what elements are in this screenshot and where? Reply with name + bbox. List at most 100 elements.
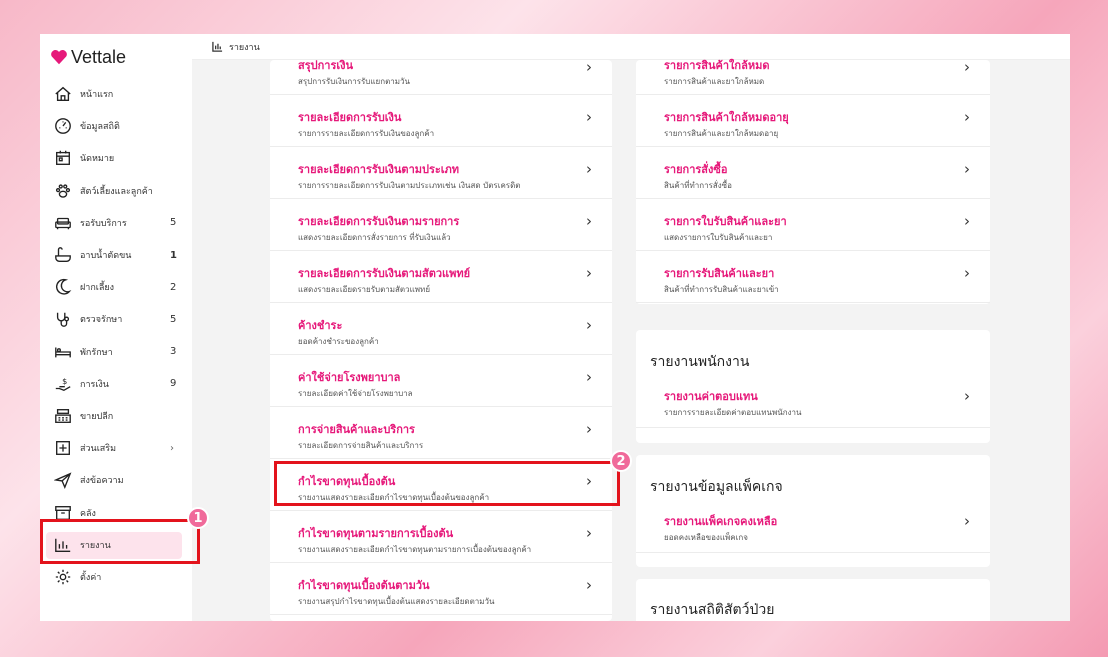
report-title: กำไรขาดทุนเบื้องต้นตามวัน (298, 579, 430, 592)
sidebar-item-retail[interactable]: ขายปลีก (40, 400, 192, 432)
gear-icon (52, 566, 74, 588)
staff-reports-card: รายงานพนักงาน รายงานค่าตอบแทน รายการรายล… (636, 330, 990, 443)
report-row-goods-received[interactable]: รายการรับสินค้าและยา สินค้าที่ทำการรับสิ… (636, 251, 990, 303)
report-subtitle: รายละเอียดค่าใช้จ่ายโรงพยาบาล (298, 389, 413, 398)
report-title: รายละเอียดการรับเงินตามสัตวแพทย์ (298, 267, 471, 280)
section-heading: รายงานข้อมูลแพ็คเกจ (650, 479, 783, 495)
package-reports-card: รายงานข้อมูลแพ็คเกจ รายงานแพ็คเกจคงเหลือ… (636, 455, 990, 567)
report-row-profit-loss-by-item[interactable]: กำไรขาดทุนตามรายการเบื้องต้น รายงานแสดงร… (270, 511, 612, 563)
chevron-right-icon: › (964, 212, 970, 230)
report-subtitle: รายการรายละเอียดการรับเงินของลูกค้า (298, 129, 435, 138)
report-subtitle: รายละเอียดการจ่ายสินค้าและบริการ (298, 441, 424, 450)
sidebar-item-label: คลัง (80, 508, 96, 519)
sidebar-item-label: รอรับบริการ (80, 218, 127, 229)
paw-icon (52, 180, 74, 202)
sidebar-item-extensions[interactable]: ส่วนเสริม › (40, 432, 192, 464)
report-title: รายการรับสินค้าและยา (664, 267, 775, 280)
sidebar-item-label: ข้อมูลสถิติ (80, 122, 120, 133)
report-subtitle: แสดงรายละเอียดการสั่งรายการ ที่รับเงินแล… (298, 233, 451, 242)
report-subtitle: รายการสินค้าและยาใกล้หมด (664, 77, 765, 86)
sidebar-item-label: นัดหมาย (80, 154, 115, 165)
finance-reports-card: สรุปการเงิน สรุปการรับเงินการรับแยกตามวั… (270, 58, 612, 621)
chevron-right-icon: › (170, 442, 174, 454)
report-subtitle: สินค้าที่ทำการรับสินค้าและยาเข้า (664, 285, 779, 294)
report-title: กำไรขาดทุนตามรายการเบื้องต้น (298, 527, 454, 540)
report-title: รายละเอียดการรับเงินตามรายการ (298, 215, 460, 228)
report-subtitle: รายการรายละเอียดค่าตอบแทนพนักงาน (664, 408, 802, 417)
app-name: Vettale (71, 46, 127, 67)
sofa-icon (52, 212, 74, 234)
report-row-payment-by-item[interactable]: รายละเอียดการรับเงินตามรายการ แสดงรายละเ… (270, 199, 612, 251)
chevron-right-icon: › (586, 420, 592, 438)
chevron-right-icon: › (586, 368, 592, 386)
step-badge-1: 1 (187, 507, 209, 529)
sidebar-item-count: 1 (170, 249, 177, 261)
report-title: รายงานค่าตอบแทน (664, 390, 758, 403)
report-subtitle: รายการรายละเอียดการรับเงินตามประเภทเช่น … (298, 181, 521, 190)
sidebar-item-label: การเงิน (80, 379, 109, 390)
sidebar-nav: หน้าแรก ข้อมูลสถิติ นัดหมาย สัตว์เลี้ยงแ… (40, 78, 192, 593)
sidebar-item-grooming[interactable]: อาบน้ำตัดขน 1 (40, 239, 192, 271)
report-row-payment-by-type[interactable]: รายละเอียดการรับเงินตามประเภท รายการรายล… (270, 147, 612, 199)
report-subtitle: รายงานแสดงรายละเอียดกำไรขาดทุนตามรายการเ… (298, 545, 532, 554)
logo[interactable]: Vettale (50, 46, 126, 68)
sidebar-item-statistics[interactable]: ข้อมูลสถิติ (40, 110, 192, 142)
sidebar-item-label: หน้าแรก (80, 90, 114, 101)
report-title: รายงานแพ็คเกจคงเหลือ (664, 515, 778, 528)
report-row-outstanding[interactable]: ค้างชำระ ยอดค้างชำระของลูกค้า › (270, 303, 612, 355)
report-subtitle: ยอดคงเหลือของแพ็คเกจ (664, 533, 748, 542)
sidebar-item-examination[interactable]: ตรวจรักษา 5 (40, 303, 192, 335)
report-row-compensation[interactable]: รายงานค่าตอบแทน รายการรายละเอียดค่าตอบแท… (636, 378, 990, 428)
heart-logo-icon (51, 50, 67, 65)
moon-icon (52, 276, 74, 298)
report-row-profit-loss-by-day[interactable]: กำไรขาดทุนเบื้องต้นตามวัน รายงานสรุปกำไร… (270, 563, 612, 615)
sidebar-item-count: 5 (170, 313, 177, 325)
report-row-payment-detail[interactable]: รายละเอียดการรับเงิน รายการรายละเอียดการ… (270, 95, 612, 147)
report-title: การจ่ายสินค้าและบริการ (298, 423, 415, 436)
report-subtitle: แสดงรายการใบรับสินค้าและยา (664, 233, 773, 242)
report-title: ค่าใช้จ่ายโรงพยาบาล (298, 371, 401, 384)
sidebar-item-label: ขายปลีก (80, 411, 114, 422)
report-title: รายละเอียดการรับเงิน (298, 111, 402, 124)
home-icon (52, 83, 74, 105)
report-title: ค้างชำระ (298, 319, 343, 332)
sidebar-item-appointments[interactable]: นัดหมาย (40, 142, 192, 174)
sick-animal-reports-card: รายงานสถิติสัตว์ป่วย (636, 579, 990, 621)
sidebar-item-count: 2 (170, 281, 177, 293)
report-row-purchase-orders[interactable]: รายการสั่งซื้อ สินค้าที่ทำการสั่งซื้อ › (636, 147, 990, 199)
report-title: รายการสินค้าใกล้หมดอายุ (664, 111, 789, 124)
report-row-remaining-packages[interactable]: รายงานแพ็คเกจคงเหลือ ยอดคงเหลือของแพ็คเก… (636, 503, 990, 553)
chevron-right-icon: › (586, 58, 592, 76)
dashboard-icon (52, 115, 74, 137)
sidebar-item-pets-customers[interactable]: สัตว์เลี้ยงและลูกค้า (40, 175, 192, 207)
sidebar-item-finance[interactable]: $ การเงิน 9 (40, 368, 192, 400)
chevron-right-icon: › (586, 160, 592, 178)
bar-chart-icon (212, 41, 223, 52)
highlight-box-profit-loss (274, 461, 620, 506)
chevron-right-icon: › (586, 264, 592, 282)
money-hand-icon: $ (52, 373, 74, 395)
report-row-near-expiry[interactable]: รายการสินค้าใกล้หมดอายุ รายการสินค้าและย… (636, 95, 990, 147)
report-row-low-stock[interactable]: รายการสินค้าใกล้หมด รายการสินค้าและยาใกล… (636, 58, 990, 95)
sidebar-item-boarding[interactable]: ฝากเลี้ยง 2 (40, 271, 192, 303)
sidebar-item-count: 9 (170, 378, 177, 390)
report-row-payment-by-vet[interactable]: รายละเอียดการรับเงินตามสัตวแพทย์ แสดงราย… (270, 251, 612, 303)
sidebar-item-count: 5 (170, 217, 177, 229)
highlight-box-reports (40, 519, 200, 564)
sidebar-item-settings[interactable]: ตั้งค่า (40, 561, 192, 593)
sidebar-item-waiting[interactable]: รอรับบริการ 5 (40, 207, 192, 239)
sidebar-item-hospitalization[interactable]: พักรักษา 3 (40, 336, 192, 368)
section-heading: รายงานสถิติสัตว์ป่วย (650, 602, 775, 618)
report-row-finance-summary[interactable]: สรุปการเงิน สรุปการรับเงินการรับแยกตามวั… (270, 58, 612, 95)
sidebar-item-home[interactable]: หน้าแรก (40, 78, 192, 110)
page-title: รายงาน (229, 42, 260, 53)
sidebar-item-messages[interactable]: ส่งข้อความ (40, 464, 192, 496)
sidebar-item-label: ส่งข้อความ (80, 476, 124, 487)
chevron-right-icon: › (964, 264, 970, 282)
report-row-goods-services-payment[interactable]: การจ่ายสินค้าและบริการ รายละเอียดการจ่าย… (270, 407, 612, 459)
report-row-receipt-notes[interactable]: รายการใบรับสินค้าและยา แสดงรายการใบรับสิ… (636, 199, 990, 251)
report-row-hospital-expenses[interactable]: ค่าใช้จ่ายโรงพยาบาล รายละเอียดค่าใช้จ่าย… (270, 355, 612, 407)
section-heading: รายงานพนักงาน (650, 354, 750, 370)
cash-register-icon (52, 405, 74, 427)
bathtub-icon (52, 244, 74, 266)
